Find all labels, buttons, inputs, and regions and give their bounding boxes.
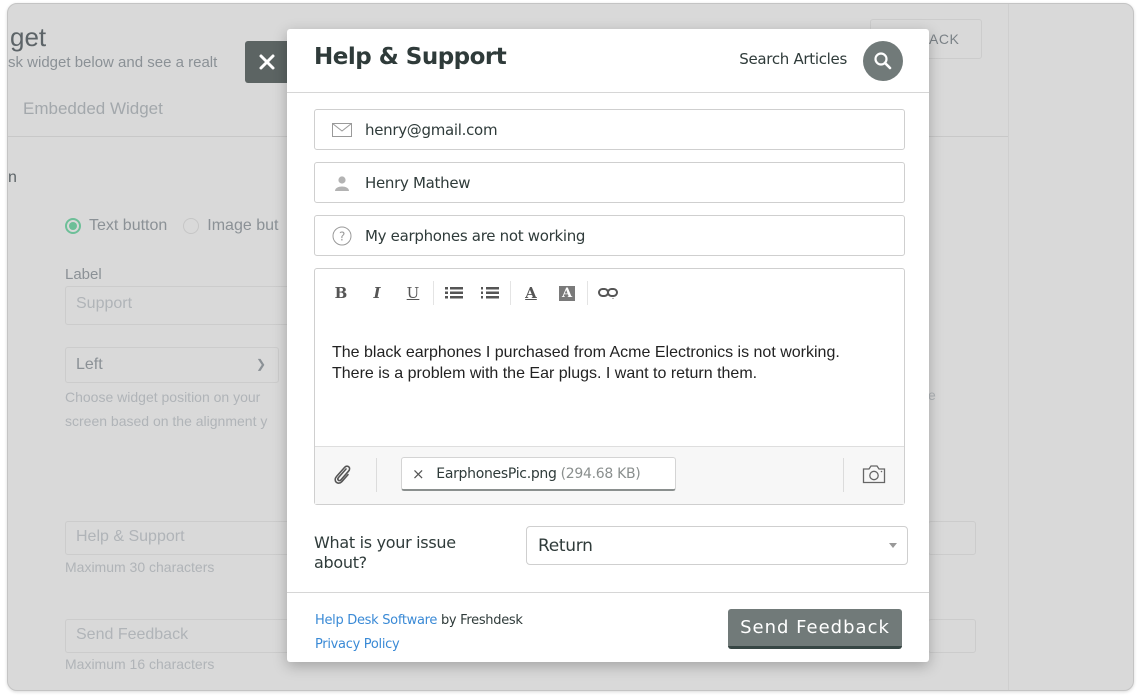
bg-label-caption: Label — [65, 266, 102, 283]
envelope-icon — [331, 122, 353, 137]
bold-icon: B — [334, 284, 348, 302]
bg-radio-image-button — [183, 218, 200, 234]
caret-down-icon — [889, 543, 897, 548]
bg-position-select: Left ❯ — [65, 347, 279, 383]
background-color-icon: A — [558, 285, 576, 301]
bg-radio-label: Image but — [207, 217, 279, 234]
bg-label-input: Support — [65, 286, 305, 325]
editor-toolbar: B I U A A — [323, 279, 626, 307]
bg-vertical-divider — [1008, 4, 1009, 690]
bg-right-fragment: e — [928, 387, 936, 403]
help-support-modal: Help & Support Search Articles henry@gma… — [287, 29, 929, 662]
bg-button-help: Maximum 16 characters — [65, 656, 215, 672]
bg-position-value: Left — [76, 356, 103, 373]
attachment-size: (294.68 KB) — [560, 465, 641, 482]
question-circle-icon: ? — [331, 226, 353, 246]
user-icon — [331, 175, 353, 191]
attachment-separator — [843, 458, 844, 492]
toolbar-separator — [587, 281, 588, 305]
close-icon — [259, 54, 275, 70]
name-field[interactable]: Henry Mathew — [314, 162, 905, 203]
remove-attachment-button[interactable]: × — [412, 465, 425, 483]
bg-title-input-right — [928, 521, 976, 555]
search-icon — [874, 52, 892, 70]
description-text[interactable]: The black earphones I purchased from Acm… — [332, 342, 892, 384]
bg-button-type-radio-group: Text button Image but — [65, 217, 278, 235]
description-editor[interactable]: B I U A A The black earphones I purchase… — [314, 268, 905, 505]
svg-text:?: ? — [339, 229, 345, 243]
bg-position-help: Choose widget position on your — [65, 389, 261, 405]
footer-links: Help Desk Software by Freshdesk Privacy … — [315, 609, 523, 657]
italic-button[interactable]: I — [365, 281, 389, 305]
toolbar-separator — [433, 281, 434, 305]
bg-title-help: Maximum 30 characters — [65, 559, 215, 575]
helpdesk-software-link[interactable]: Help Desk Software — [315, 613, 437, 628]
close-widget-button[interactable] — [245, 41, 289, 83]
issue-type-label: What is your issue about? — [314, 533, 456, 572]
issue-type-value: Return — [538, 536, 593, 556]
attachment-bar: × EarphonesPic.png (294.68 KB) — [315, 446, 904, 504]
numbered-list-button[interactable] — [478, 281, 502, 305]
bg-button-input-right — [928, 619, 976, 653]
background-color-button[interactable]: A — [555, 281, 579, 305]
underline-icon: U — [406, 284, 420, 302]
bg-tab-embedded-widget: Embedded Widget — [23, 99, 163, 118]
modal-footer: Help Desk Software by Freshdesk Privacy … — [287, 592, 929, 662]
bg-position-help: screen based on the alignment y — [65, 413, 268, 429]
attachment-chip: × EarphonesPic.png (294.68 KB) — [401, 457, 676, 491]
attachment-filename: EarphonesPic.png — [436, 465, 557, 482]
bg-section-title: n — [8, 169, 17, 186]
attach-file-button[interactable] — [333, 464, 353, 490]
font-color-icon: A — [525, 284, 537, 302]
underline-button[interactable]: U — [401, 281, 425, 305]
bulleted-list-button[interactable] — [442, 281, 466, 305]
subject-field[interactable]: ? My earphones are not working — [314, 215, 905, 256]
bg-page-title: get — [10, 22, 47, 52]
bulleted-list-icon — [445, 287, 463, 299]
screenshot-button[interactable] — [862, 464, 886, 488]
send-feedback-button[interactable]: Send Feedback — [728, 609, 902, 649]
description-line: The black earphones I purchased from Acm… — [332, 344, 840, 361]
search-articles-button[interactable] — [863, 41, 903, 81]
attachment-separator — [376, 458, 377, 492]
modal-title: Help & Support — [314, 44, 507, 70]
bg-page-subtitle: sk widget below and see a realt — [8, 54, 218, 71]
link-icon — [598, 288, 618, 299]
modal-header: Help & Support Search Articles — [287, 29, 929, 93]
bg-button-label-input: Send Feedback — [65, 619, 305, 653]
privacy-policy-link[interactable]: Privacy Policy — [315, 637, 400, 652]
subject-value: My earphones are not working — [365, 226, 586, 245]
numbered-list-icon — [481, 287, 499, 299]
paperclip-icon — [334, 465, 351, 484]
bg-radio-text-button — [65, 218, 81, 234]
camera-icon — [862, 465, 886, 484]
issue-type-select[interactable]: Return — [526, 526, 908, 565]
bold-button[interactable]: B — [329, 281, 353, 305]
italic-icon: I — [373, 284, 381, 302]
powered-by-text: by Freshdesk — [440, 613, 523, 628]
chevron-down-icon: ❯ — [255, 357, 266, 371]
toolbar-separator — [510, 281, 511, 305]
email-field[interactable]: henry@gmail.com — [314, 109, 905, 150]
search-articles-link[interactable]: Search Articles — [739, 50, 847, 68]
font-color-button[interactable]: A — [519, 281, 543, 305]
bg-title-input: Help & Support — [65, 521, 305, 555]
insert-link-button[interactable] — [596, 281, 620, 305]
bg-radio-label: Text button — [89, 217, 168, 234]
email-value: henry@gmail.com — [365, 120, 498, 139]
name-value: Henry Mathew — [365, 173, 471, 192]
description-line: There is a problem with the Ear plugs. I… — [332, 365, 758, 382]
